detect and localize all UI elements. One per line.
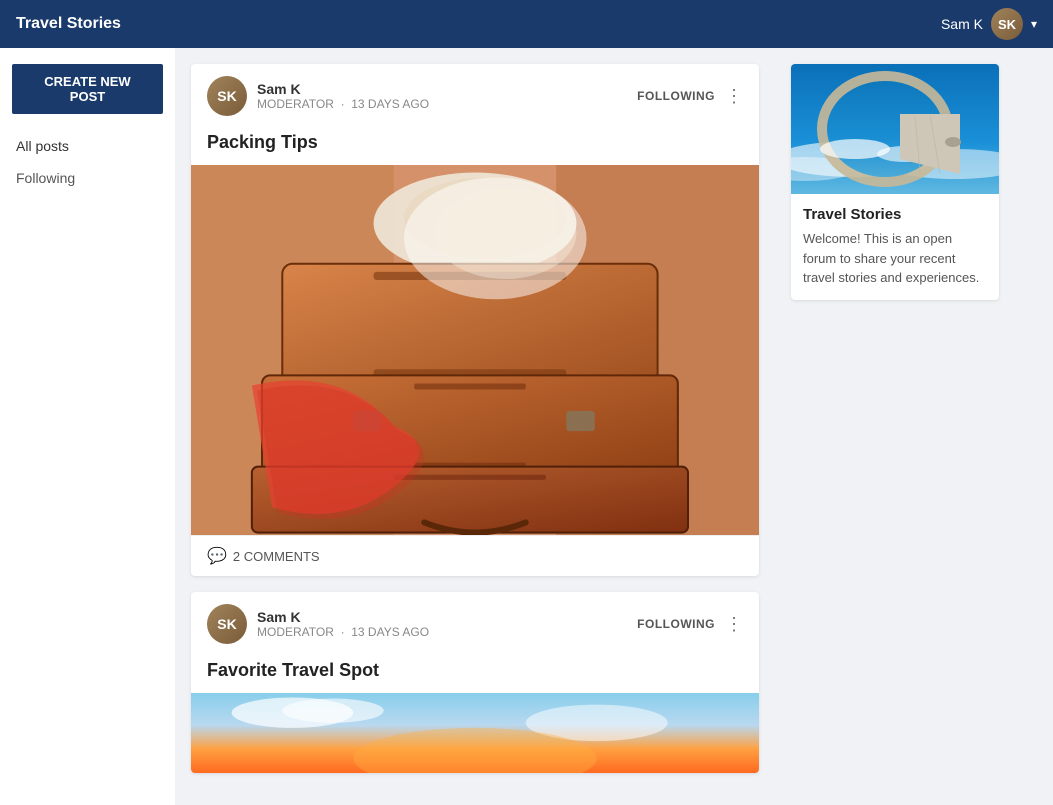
post-1-comment-count[interactable]: 2 COMMENTS	[233, 549, 320, 564]
create-post-wrap: CREATE NEW POST	[0, 64, 175, 130]
app-title: Travel Stories	[16, 15, 121, 33]
post-1-author-info: Sam K MODERATOR · 13 DAYS AGO	[257, 81, 429, 111]
right-sidebar: Travel Stories Welcome! This is an open …	[775, 48, 1015, 805]
user-name-label: Sam K	[941, 16, 983, 32]
post-card-1: SK Sam K MODERATOR · 13 DAYS AGO FOLLOWI…	[191, 64, 759, 576]
post-2-actions: FOLLOWING ⋮	[637, 615, 743, 633]
create-post-button[interactable]: CREATE NEW POST	[12, 64, 163, 114]
post-1-following-badge[interactable]: FOLLOWING	[637, 89, 715, 103]
post-1-more-icon[interactable]: ⋮	[725, 87, 743, 105]
forum-name: Travel Stories	[803, 206, 987, 223]
post-1-image	[191, 165, 759, 535]
forum-banner	[791, 64, 999, 194]
sidebar-item-all-posts[interactable]: All posts	[0, 130, 175, 162]
post-2-header: SK Sam K MODERATOR · 13 DAYS AGO FOLLOWI…	[191, 592, 759, 656]
post-1-avatar: SK	[207, 76, 247, 116]
post-2-author-info: Sam K MODERATOR · 13 DAYS AGO	[257, 609, 429, 639]
post-2-author-meta: MODERATOR · 13 DAYS AGO	[257, 625, 429, 639]
sidebar-item-following[interactable]: Following	[0, 162, 175, 194]
post-2-author-name: Sam K	[257, 609, 429, 625]
post-2-author: SK Sam K MODERATOR · 13 DAYS AGO	[207, 604, 429, 644]
post-1-author: SK Sam K MODERATOR · 13 DAYS AGO	[207, 76, 429, 116]
post-1-actions: FOLLOWING ⋮	[637, 87, 743, 105]
post-1-time: 13 DAYS AGO	[351, 97, 429, 111]
main-layout: CREATE NEW POST All posts Following SK S…	[0, 48, 1053, 805]
post-2-image	[191, 693, 759, 773]
forum-info: Travel Stories Welcome! This is an open …	[791, 194, 999, 300]
forum-card: Travel Stories Welcome! This is an open …	[791, 64, 999, 300]
user-menu[interactable]: Sam K SK ▾	[941, 8, 1037, 40]
post-1-title: Packing Tips	[191, 128, 759, 165]
app-header: Travel Stories Sam K SK ▾	[0, 0, 1053, 48]
chevron-down-icon: ▾	[1031, 17, 1037, 31]
post-card-2: SK Sam K MODERATOR · 13 DAYS AGO FOLLOWI…	[191, 592, 759, 773]
post-2-more-icon[interactable]: ⋮	[725, 615, 743, 633]
sidebar-item-all-posts-label: All posts	[16, 138, 69, 154]
post-2-title: Favorite Travel Spot	[191, 656, 759, 693]
post-1-author-meta: MODERATOR · 13 DAYS AGO	[257, 97, 429, 111]
post-1-footer: 💬 2 COMMENTS	[191, 535, 759, 576]
sidebar-item-following-label: Following	[16, 170, 75, 186]
comment-icon: 💬	[207, 546, 227, 566]
post-1-author-name: Sam K	[257, 81, 429, 97]
sidebar-nav: All posts Following	[0, 130, 175, 194]
post-1-header: SK Sam K MODERATOR · 13 DAYS AGO FOLLOWI…	[191, 64, 759, 128]
main-content: SK Sam K MODERATOR · 13 DAYS AGO FOLLOWI…	[175, 48, 775, 805]
post-2-following-badge[interactable]: FOLLOWING	[637, 617, 715, 631]
left-sidebar: CREATE NEW POST All posts Following	[0, 48, 175, 805]
post-2-role: MODERATOR	[257, 625, 334, 639]
forum-description: Welcome! This is an open forum to share …	[803, 229, 987, 288]
post-2-avatar: SK	[207, 604, 247, 644]
post-2-time: 13 DAYS AGO	[351, 625, 429, 639]
avatar: SK	[991, 8, 1023, 40]
post-1-role: MODERATOR	[257, 97, 334, 111]
